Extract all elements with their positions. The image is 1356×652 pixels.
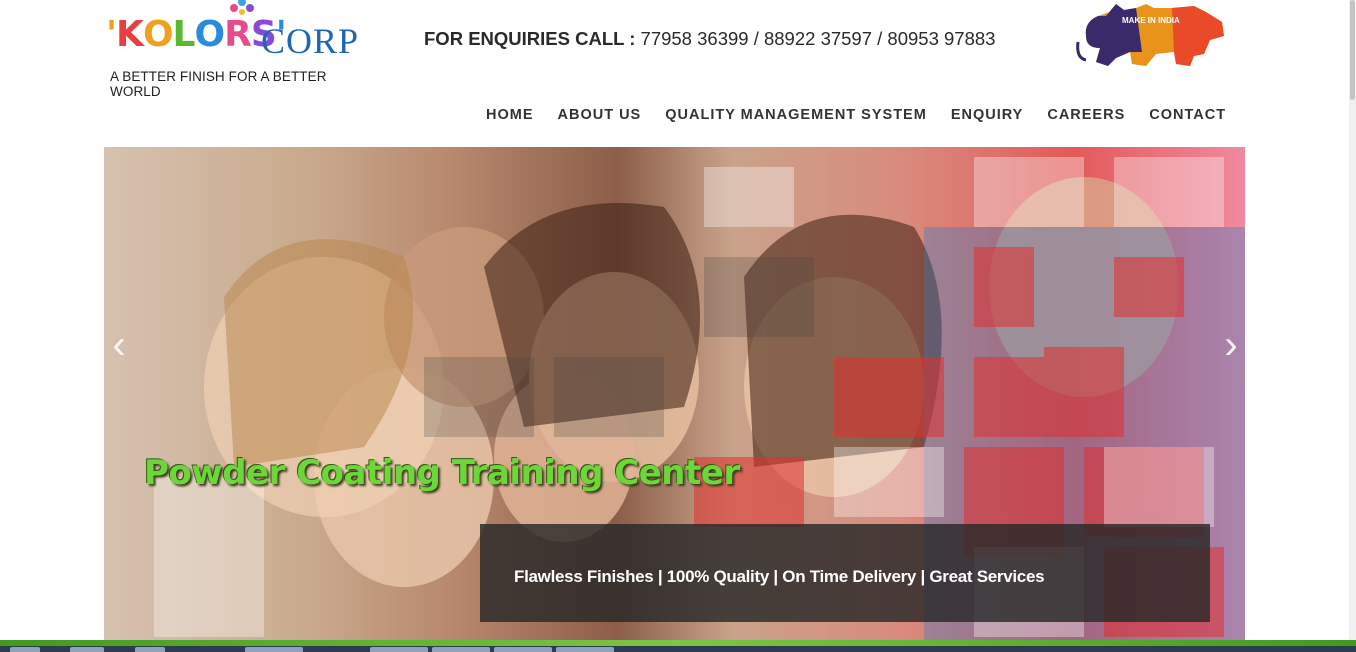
taskbar-app-icon[interactable] xyxy=(432,647,490,652)
page-scrollbar[interactable] xyxy=(1349,0,1356,640)
taskbar-app-icon[interactable] xyxy=(370,647,428,652)
os-taskbar xyxy=(0,646,1356,652)
enquiry-line: FOR ENQUIRIES CALL : 77958 36399 / 88922… xyxy=(424,28,995,50)
logo-wordmark: 'KOLORS' xyxy=(106,14,287,55)
nav-home[interactable]: HOME xyxy=(474,100,546,151)
hero-slider[interactable]: Powder Coating Training Center Flawless … xyxy=(104,147,1245,641)
taskbar-app-icon[interactable] xyxy=(556,647,614,652)
taskbar-app-icon[interactable] xyxy=(245,647,303,652)
slide-title: Powder Coating Training Center xyxy=(144,453,740,493)
nav-about-us[interactable]: ABOUT US xyxy=(546,100,654,131)
taskbar-app-icon[interactable] xyxy=(70,647,104,652)
nav-quality-management-system[interactable]: QUALITY MANAGEMENT SYSTEM xyxy=(653,100,939,131)
slide-caption: Flawless Finishes | 100% Quality | On Ti… xyxy=(514,567,1045,586)
enquiry-numbers: 77958 36399 / 88922 37597 / 80953 97883 xyxy=(640,28,996,49)
main-nav: HOME ABOUT US QUALITY MANAGEMENT SYSTEM … xyxy=(474,100,1238,151)
nav-enquiry[interactable]: ENQUIRY xyxy=(939,100,1036,131)
nav-careers[interactable]: CAREERS xyxy=(1035,100,1137,131)
chevron-right-icon[interactable]: › xyxy=(1216,323,1245,367)
taskbar-app-icon[interactable] xyxy=(135,647,165,652)
scrollbar-thumb[interactable] xyxy=(1350,0,1355,100)
make-in-india-text: MAKE IN INDIA xyxy=(1122,16,1180,25)
taskbar-app-icon[interactable] xyxy=(494,647,552,652)
make-in-india-lion-icon xyxy=(1076,4,1224,66)
slide-caption-box: Flawless Finishes | 100% Quality | On Ti… xyxy=(480,524,1210,622)
taskbar-start-icon[interactable] xyxy=(10,647,40,652)
logo-corp: CORP xyxy=(261,21,360,61)
enquiry-label: FOR ENQUIRIES CALL : xyxy=(424,28,636,49)
chevron-left-icon[interactable]: ‹ xyxy=(104,323,134,367)
site-logo[interactable]: 'KOLORS' CORP A BETTER FINISH FOR A BETT… xyxy=(106,0,376,99)
nav-contact[interactable]: CONTACT xyxy=(1137,100,1238,131)
tagline: A BETTER FINISH FOR A BETTER WORLD xyxy=(110,69,327,99)
